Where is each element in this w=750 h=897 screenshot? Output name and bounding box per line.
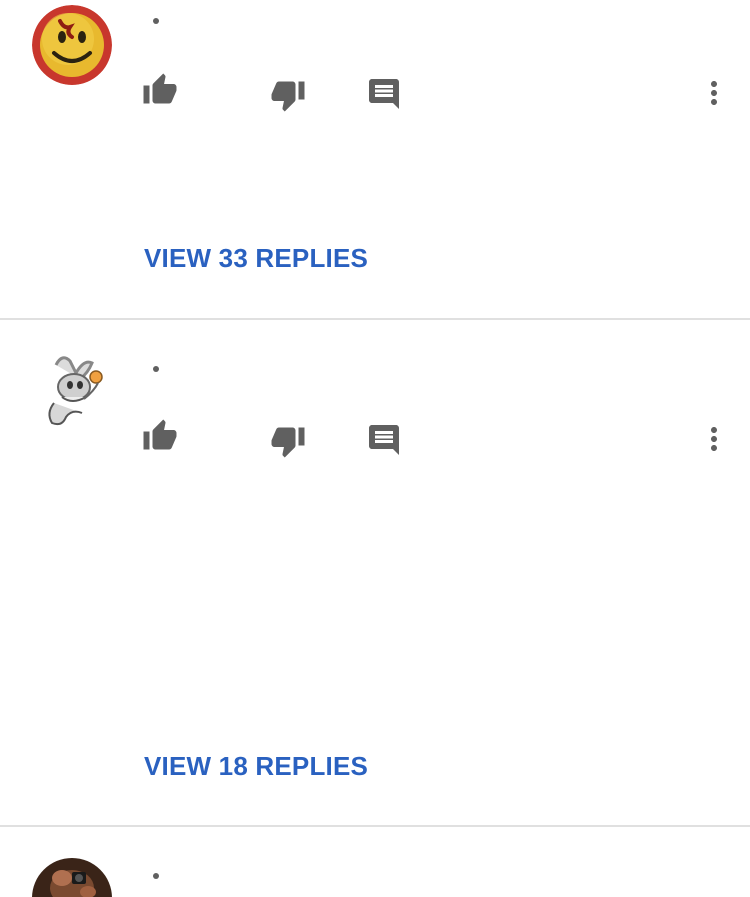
thumb-down-icon: [271, 427, 305, 458]
smiley-face-avatar-icon: [32, 5, 112, 85]
dislike-button[interactable]: [270, 77, 306, 113]
view-replies-button[interactable]: VIEW 33 REPLIES: [144, 243, 368, 274]
comment-icon: [369, 425, 399, 455]
more-vertical-icon: [711, 427, 717, 451]
comment-icon: [369, 79, 399, 109]
comment-item: VIEW 33 REPLIES: [0, 0, 750, 318]
more-options-button[interactable]: [696, 421, 732, 457]
like-button[interactable]: [142, 418, 178, 454]
meta-separator-dot: [153, 366, 159, 372]
comment-item: VIEW 18 REPLIES: [0, 320, 750, 825]
user-avatar[interactable]: [32, 858, 112, 897]
more-vertical-icon: [711, 81, 717, 105]
photo-avatar-icon: [32, 858, 112, 897]
cartoon-rabbit-avatar-icon: [32, 351, 112, 431]
meta-separator-dot: [153, 18, 159, 24]
thumb-up-icon: [143, 419, 177, 450]
reply-button[interactable]: [366, 422, 402, 458]
reply-button[interactable]: [366, 76, 402, 112]
thumb-up-icon: [143, 73, 177, 104]
comment-item: [0, 827, 750, 897]
user-avatar[interactable]: [32, 5, 112, 85]
more-options-button[interactable]: [696, 75, 732, 111]
meta-separator-dot: [153, 873, 159, 879]
dislike-button[interactable]: [270, 423, 306, 459]
like-button[interactable]: [142, 72, 178, 108]
view-replies-button[interactable]: VIEW 18 REPLIES: [144, 751, 368, 782]
thumb-down-icon: [271, 81, 305, 112]
user-avatar[interactable]: [32, 351, 112, 431]
